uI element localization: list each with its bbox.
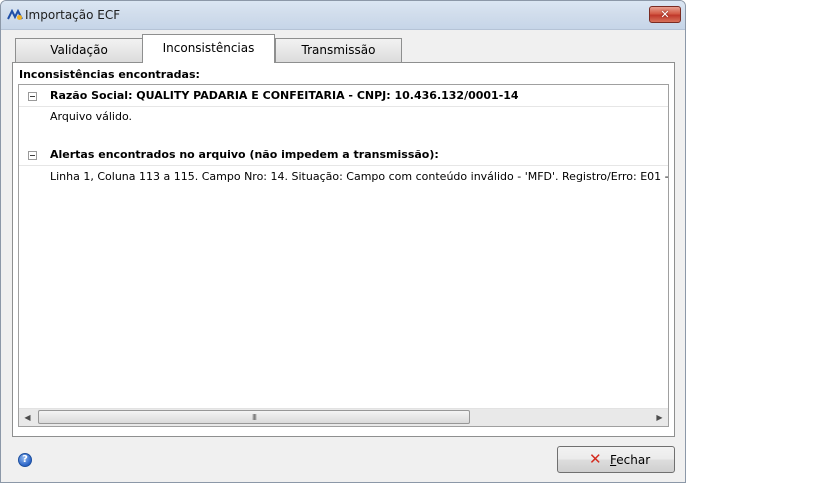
- grip-icon: III: [251, 413, 257, 422]
- app-logo-icon: [7, 9, 23, 20]
- inconsistencias-panel: Inconsistências encontradas: Razão Socia…: [12, 62, 675, 437]
- tree-content: Razão Social: QUALITY PADARIA E CONFEITA…: [19, 85, 668, 409]
- group-title: Alertas encontrados no arquivo (não impe…: [50, 148, 439, 161]
- label-rest: echar: [616, 453, 651, 467]
- scroll-left-icon[interactable]: ◀: [19, 409, 36, 426]
- importacao-ecf-window: Importação ECF ✕ Validação Inconsistênci…: [0, 0, 686, 483]
- scrollbar-thumb[interactable]: III: [38, 410, 470, 424]
- window-title: Importação ECF: [25, 8, 121, 22]
- fechar-button-label: Fechar: [610, 453, 650, 467]
- tab-validacao[interactable]: Validação: [15, 38, 143, 62]
- group-header-razao-social[interactable]: Razão Social: QUALITY PADARIA E CONFEITA…: [19, 86, 668, 107]
- red-x-icon: ✕: [589, 450, 602, 468]
- list-item: Linha 1, Coluna 113 a 115. Campo Nro: 14…: [50, 170, 668, 183]
- list-item: Arquivo válido.: [50, 110, 132, 123]
- fechar-button[interactable]: ✕ Fechar: [557, 446, 675, 473]
- window-close-button[interactable]: ✕: [649, 6, 681, 23]
- help-icon[interactable]: ?: [18, 453, 32, 467]
- tab-transmissao[interactable]: Transmissão: [275, 38, 402, 62]
- group-header-alertas[interactable]: Alertas encontrados no arquivo (não impe…: [19, 145, 668, 166]
- group-title: Razão Social: QUALITY PADARIA E CONFEITA…: [50, 89, 519, 102]
- inconsistencias-tree[interactable]: Razão Social: QUALITY PADARIA E CONFEITA…: [18, 84, 669, 427]
- tab-inconsistencias[interactable]: Inconsistências: [142, 34, 275, 63]
- horizontal-scrollbar[interactable]: ◀ III ▶: [19, 408, 668, 426]
- scroll-right-icon[interactable]: ▶: [651, 409, 668, 426]
- panel-heading: Inconsistências encontradas:: [19, 68, 200, 81]
- collapse-icon[interactable]: [28, 151, 37, 160]
- title-bar[interactable]: Importação ECF ✕: [1, 1, 685, 30]
- collapse-icon[interactable]: [28, 92, 37, 101]
